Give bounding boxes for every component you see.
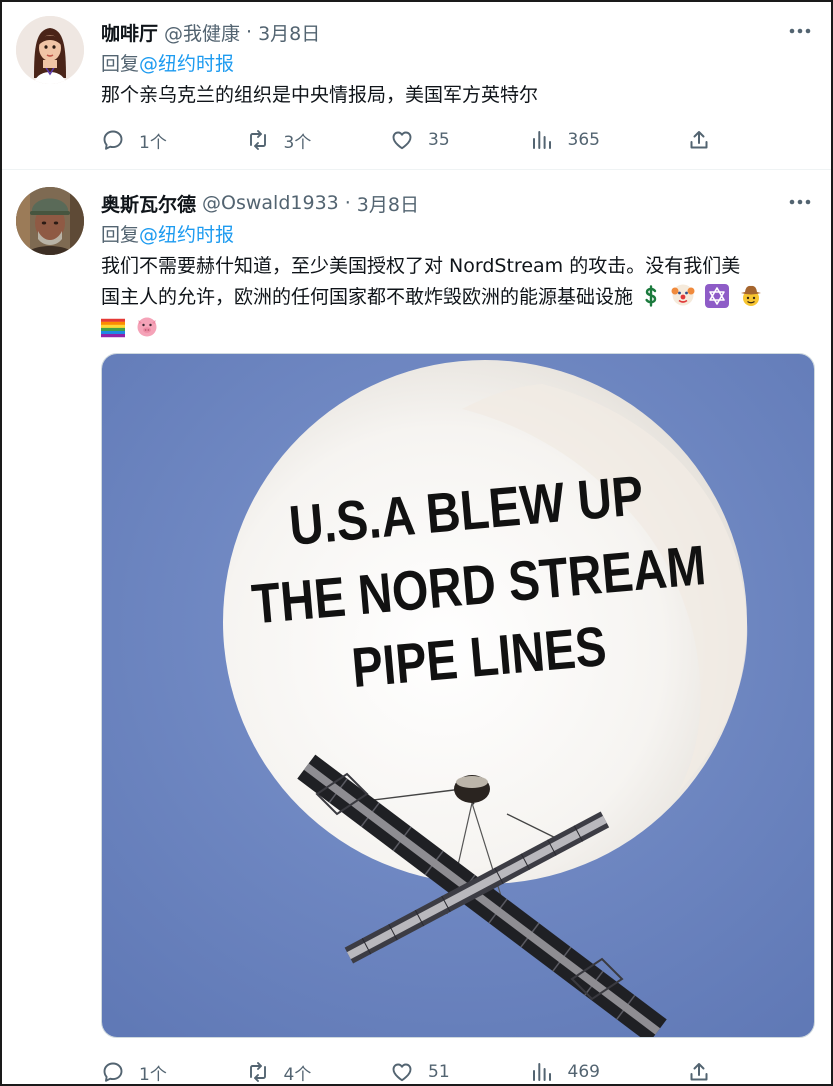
more-options-button[interactable]: [785, 187, 815, 217]
retweet-button[interactable]: 4个: [246, 1054, 391, 1085]
views-chart-icon: [532, 1063, 551, 1081]
heart-icon: [392, 131, 412, 150]
retweet-count: 3个: [283, 132, 312, 153]
heart-icon: [392, 1063, 412, 1082]
tweet-header: 奥斯瓦尔德 @Oswald1933 · 3月8日: [101, 188, 419, 218]
tweet-text-line: 国主人的允许，欧洲的任何国家都不敢炸毁欧洲的能源基础设施: [101, 282, 816, 313]
reply-context: 回复@纽约时报: [101, 220, 234, 247]
retweet-icon: [249, 130, 266, 150]
tweet-text: 那个亲乌克兰的组织是中央情报局，美国军方英特尔: [101, 84, 539, 106]
rainbow-flag-icon: [101, 316, 125, 340]
retweet-count: 4个: [283, 1064, 312, 1085]
star-of-david-icon: [705, 284, 730, 308]
tweet-text-line: 我们不需要赫什知道，至少美国授权了对 NordStream 的攻击。没有我们美: [101, 255, 741, 277]
reply-count: 1个: [139, 1064, 167, 1085]
display-name[interactable]: 咖啡厅: [101, 19, 158, 46]
share-icon: [690, 131, 708, 149]
views-chart-icon: [532, 131, 551, 149]
user-handle[interactable]: @我健康: [164, 19, 240, 46]
reply-icon: [103, 1062, 123, 1082]
tweet[interactable]: 咖啡厅 @我健康 · 3月8日 回复@纽约时报 那个亲乌克兰的组织是中央情报局，…: [2, 2, 831, 170]
tweet-actions: 1个 4个 51 469: [101, 1054, 711, 1085]
money-sign-icon: [641, 284, 661, 308]
tweet-text-line: [101, 313, 816, 344]
tweet-date[interactable]: 3月8日: [357, 190, 419, 217]
share-icon: [690, 1063, 708, 1081]
separator-dot: ·: [246, 21, 253, 43]
reply-button[interactable]: 1个: [101, 1054, 246, 1085]
tweet-image[interactable]: U.S.A BLEW UP THE NORD STREAM PIPE LINES: [101, 353, 815, 1038]
reply-mention-link[interactable]: @纽约时报: [139, 53, 234, 75]
reply-count: 1个: [139, 132, 167, 153]
reply-label: 回复: [101, 224, 140, 246]
reply-context: 回复@纽约时报: [101, 49, 234, 76]
user-handle[interactable]: @Oswald1933: [202, 192, 339, 214]
balloon-image: U.S.A BLEW UP THE NORD STREAM PIPE LINES: [102, 354, 814, 1037]
reply-mention-link[interactable]: @纽约时报: [139, 224, 234, 246]
avatar[interactable]: [16, 187, 84, 255]
retweet-button[interactable]: 3个: [246, 122, 391, 158]
tweet-text-segment: 国主人的允许，欧洲的任何国家都不敢炸毁欧洲的能源基础设施: [101, 286, 634, 308]
clown-face-icon: [671, 283, 695, 307]
like-count: 51: [428, 1062, 450, 1082]
more-options-button[interactable]: [785, 16, 815, 46]
tweet-text: 我们不需要赫什知道，至少美国授权了对 NordStream 的攻击。没有我们美 …: [101, 251, 816, 344]
display-name[interactable]: 奥斯瓦尔德: [101, 190, 196, 217]
retweet-icon: [249, 1062, 266, 1082]
views-button[interactable]: 469: [530, 1054, 687, 1084]
tweet[interactable]: 奥斯瓦尔德 @Oswald1933 · 3月8日 回复@纽约时报 我们不需要赫什…: [2, 171, 831, 1085]
pig-face-icon: [135, 314, 159, 338]
views-button[interactable]: 365: [530, 122, 687, 158]
share-button[interactable]: [687, 1054, 711, 1084]
screenshot-frame: 咖啡厅 @我健康 · 3月8日 回复@纽约时报 那个亲乌克兰的组织是中央情报局，…: [0, 0, 833, 1086]
separator-dot: ·: [344, 192, 351, 214]
more-icon: [789, 199, 811, 205]
view-count: 365: [567, 130, 600, 150]
like-button[interactable]: 35: [390, 122, 530, 158]
share-button[interactable]: [687, 122, 711, 158]
reply-label: 回复: [101, 53, 140, 75]
tweet-date[interactable]: 3月8日: [258, 19, 320, 46]
more-icon: [789, 28, 811, 34]
reply-icon: [103, 130, 123, 150]
tweet-header: 咖啡厅 @我健康 · 3月8日: [101, 17, 320, 47]
reply-button[interactable]: 1个: [101, 122, 246, 158]
view-count: 469: [567, 1062, 600, 1082]
like-count: 35: [428, 130, 450, 150]
like-button[interactable]: 51: [390, 1054, 530, 1084]
cowboy-face-icon: [739, 283, 763, 307]
tweet-actions: 1个 3个 35 365: [101, 122, 711, 158]
avatar[interactable]: [16, 16, 84, 84]
